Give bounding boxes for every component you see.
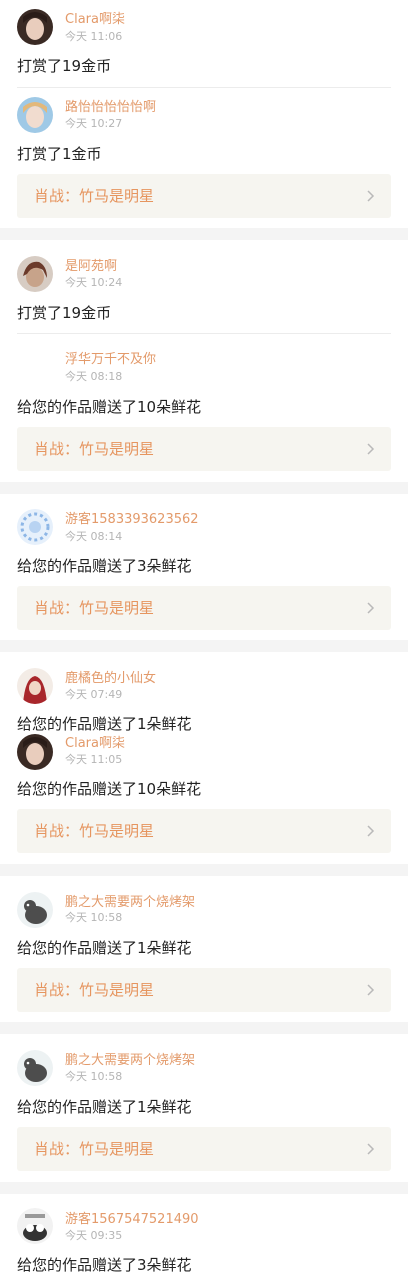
chevron-right-icon — [367, 190, 375, 202]
message-text: 打赏了19金币 — [17, 57, 112, 75]
message-text: 打赏了19金币 — [17, 304, 112, 322]
user-name[interactable]: 游客1567547521490 — [65, 1212, 199, 1228]
notification-group: Clara啊柒 今天 11:06 打赏了19金币 路怡怡怡怡怡啊 今天 10:2… — [0, 0, 408, 228]
chevron-right-icon — [367, 602, 375, 614]
user-name[interactable]: 浮华万千不及你 — [65, 352, 156, 368]
message-text: 给您的作品赠送了3朵鲜花 — [17, 1256, 192, 1274]
work-title: 肖战：竹马是明星 — [34, 822, 155, 840]
timestamp: 今天 10:27 — [65, 117, 123, 130]
message-text: 给您的作品赠送了1朵鲜花 — [17, 939, 192, 957]
message-text: 给您的作品赠送了3朵鲜花 — [17, 557, 192, 575]
divider — [17, 333, 391, 334]
timestamp: 今天 11:06 — [65, 30, 123, 43]
message-text: 打赏了1金币 — [17, 145, 102, 163]
work-title: 肖战：竹马是明星 — [34, 599, 155, 617]
timestamp: 今天 09:35 — [65, 1229, 123, 1242]
timestamp: 今天 08:14 — [65, 530, 123, 543]
message-text: 给您的作品赠送了10朵鲜花 — [17, 398, 202, 416]
work-link-card[interactable]: 肖战：竹马是明星 — [17, 174, 391, 218]
user-avatar[interactable] — [17, 97, 53, 133]
chevron-right-icon — [367, 984, 375, 996]
chevron-right-icon — [367, 825, 375, 837]
user-name[interactable]: Clara啊柒 — [65, 736, 125, 752]
user-avatar[interactable] — [17, 1050, 53, 1086]
timestamp: 今天 11:05 — [65, 753, 123, 766]
gift-notification-list: Clara啊柒 今天 11:06 打赏了19金币 路怡怡怡怡怡啊 今天 10:2… — [0, 0, 408, 1280]
notification-group: 游客1583393623562 今天 08:14 给您的作品赠送了3朵鲜花 肖战… — [0, 494, 408, 640]
work-link-card[interactable]: 肖战：竹马是明星 — [17, 1127, 391, 1171]
user-avatar[interactable] — [17, 1208, 53, 1244]
notification-group: 是阿苑啊 今天 10:24 打赏了19金币 浮华万千不及你 今天 08:18 给… — [0, 240, 408, 482]
message-text: 给您的作品赠送了1朵鲜花 — [17, 715, 192, 733]
user-name[interactable]: 路怡怡怡怡怡啊 — [65, 100, 156, 116]
timestamp: 今天 08:18 — [65, 370, 123, 383]
work-link-card[interactable]: 肖战：竹马是明星 — [17, 968, 391, 1012]
user-avatar[interactable] — [17, 9, 53, 45]
user-name[interactable]: 是阿苑啊 — [65, 259, 117, 275]
user-name[interactable]: 鹏之大需要两个烧烤架 — [65, 1053, 195, 1069]
notification-group: 游客1567547521490 今天 09:35 给您的作品赠送了3朵鲜花 — [0, 1194, 408, 1280]
work-title: 肖战：竹马是明星 — [34, 981, 155, 999]
user-name[interactable]: 鹏之大需要两个烧烤架 — [65, 895, 195, 911]
message-text: 给您的作品赠送了1朵鲜花 — [17, 1098, 192, 1116]
notification-group: 鹿橘色的小仙女 今天 07:49 给您的作品赠送了1朵鲜花 Clara啊柒 今天… — [0, 652, 408, 864]
user-avatar[interactable] — [17, 350, 53, 386]
work-link-card[interactable]: 肖战：竹马是明星 — [17, 586, 391, 630]
work-link-card[interactable]: 肖战：竹马是明星 — [17, 427, 391, 471]
user-avatar[interactable] — [17, 668, 53, 704]
timestamp: 今天 10:58 — [65, 911, 123, 924]
notification-group: 鹏之大需要两个烧烤架 今天 10:58 给您的作品赠送了1朵鲜花 肖战：竹马是明… — [0, 876, 408, 1022]
user-avatar[interactable] — [17, 256, 53, 292]
work-title: 肖战：竹马是明星 — [34, 187, 155, 205]
user-name[interactable]: 鹿橘色的小仙女 — [65, 671, 156, 687]
user-avatar[interactable] — [17, 892, 53, 928]
chevron-right-icon — [367, 1143, 375, 1155]
user-avatar[interactable] — [17, 509, 53, 545]
user-name[interactable]: Clara啊柒 — [65, 12, 125, 28]
user-avatar[interactable] — [17, 734, 53, 770]
timestamp: 今天 07:49 — [65, 688, 123, 701]
notification-group: 鹏之大需要两个烧烤架 今天 10:58 给您的作品赠送了1朵鲜花 肖战：竹马是明… — [0, 1034, 408, 1182]
user-name[interactable]: 游客1583393623562 — [65, 512, 199, 528]
divider — [17, 87, 391, 88]
work-title: 肖战：竹马是明星 — [34, 1140, 155, 1158]
chevron-right-icon — [367, 443, 375, 455]
message-text: 给您的作品赠送了10朵鲜花 — [17, 780, 202, 798]
work-title: 肖战：竹马是明星 — [34, 440, 155, 458]
work-link-card[interactable]: 肖战：竹马是明星 — [17, 809, 391, 853]
timestamp: 今天 10:24 — [65, 276, 123, 289]
timestamp: 今天 10:58 — [65, 1070, 123, 1083]
